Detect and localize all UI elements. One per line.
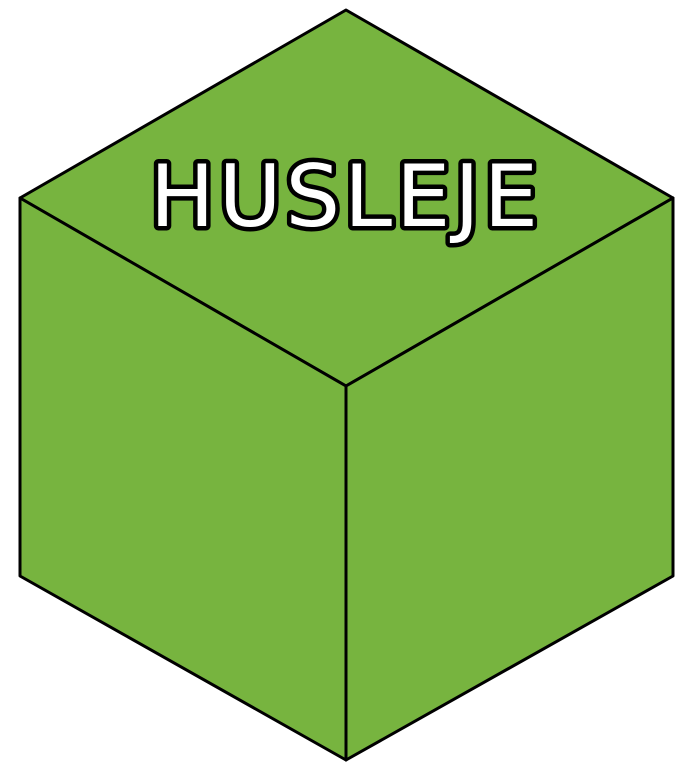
cube-label: HUSLEJE — [150, 147, 542, 247]
cube-diagram: HUSLEJE — [18, 8, 675, 762]
